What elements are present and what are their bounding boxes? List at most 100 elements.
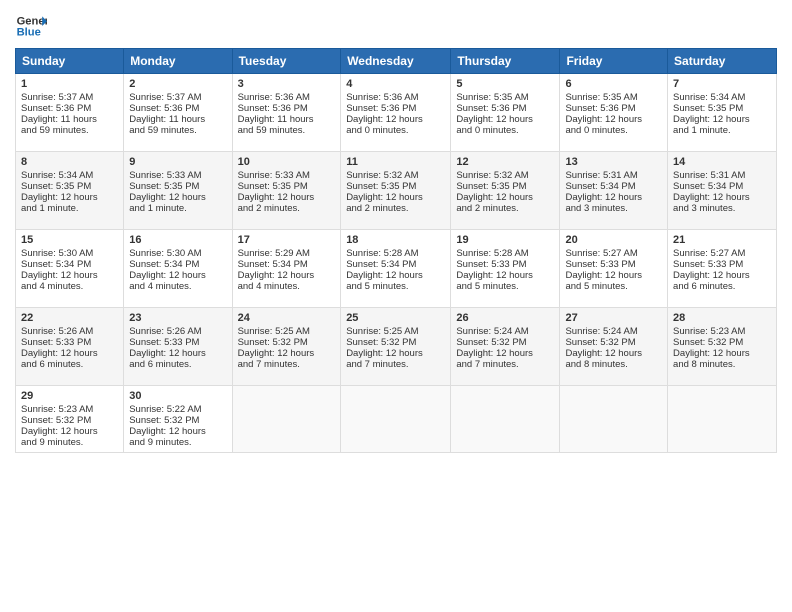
day-info-line: Daylight: 12 hours: [565, 192, 662, 203]
day-info-line: Sunset: 5:32 PM: [238, 337, 336, 348]
day-number: 22: [21, 312, 118, 324]
header: General Blue: [15, 10, 777, 42]
day-info-line: and 0 minutes.: [456, 125, 554, 136]
day-info-line: Sunset: 5:35 PM: [673, 103, 771, 114]
day-info-line: Daylight: 12 hours: [21, 426, 118, 437]
calendar-cell: 24 Sunrise: 5:25 AMSunset: 5:32 PMDayligh…: [232, 308, 341, 386]
calendar-cell: 30Sunrise: 5:22 AMSunset: 5:32 PMDayligh…: [124, 386, 232, 453]
day-info-line: Daylight: 12 hours: [238, 348, 336, 359]
calendar-cell: 13Sunrise: 5:31 AMSunset: 5:34 PMDayligh…: [560, 152, 668, 230]
day-info-line: Sunrise: 5:36 AM: [238, 92, 336, 103]
calendar-cell: 19Sunrise: 5:28 AMSunset: 5:33 PMDayligh…: [451, 230, 560, 308]
calendar-cell: 16Sunrise: 5:30 AMSunset: 5:34 PMDayligh…: [124, 230, 232, 308]
day-info-line: Sunset: 5:32 PM: [456, 337, 554, 348]
day-number: 12: [456, 156, 554, 168]
day-number: 30: [129, 390, 226, 402]
day-info-line: and 4 minutes.: [129, 281, 226, 292]
day-number: 20: [565, 234, 662, 246]
day-info-line: and 4 minutes.: [21, 281, 118, 292]
day-info-line: Sunrise: 5:26 AM: [129, 326, 226, 337]
calendar-week-4: 22 Sunrise: 5:26 AMSunset: 5:33 PM Dayligh…: [16, 308, 777, 386]
day-info-line: Sunset: 5:33 PM: [565, 259, 662, 270]
day-info-line: Sunset: 5:33 PM: [673, 259, 771, 270]
weekday-header-sunday: Sunday: [16, 49, 124, 74]
calendar-cell: [232, 386, 341, 453]
day-info-line: Daylight: 12 hours: [565, 114, 662, 125]
day-info-line: Sunrise: 5:30 AM: [129, 248, 226, 259]
day-info-line: and 9 minutes.: [21, 437, 118, 448]
calendar-cell: 15Sunrise: 5:30 AMSunset: 5:34 PMDayligh…: [16, 230, 124, 308]
day-info-line: Daylight: 12 hours: [346, 270, 445, 281]
day-info-line: and 5 minutes.: [456, 281, 554, 292]
day-info-line: Sunrise: 5:27 AM: [565, 248, 662, 259]
day-info-line: Daylight: 12 hours: [565, 348, 662, 359]
day-number: 11: [346, 156, 445, 168]
day-info-line: Daylight: 12 hours: [456, 192, 554, 203]
day-info-line: Sunrise: 5:25 AM: [238, 326, 336, 337]
day-number: 18: [346, 234, 445, 246]
day-info-line: and 8 minutes.: [565, 359, 662, 370]
calendar-cell: 28Sunrise: 5:23 AMSunset: 5:32 PMDayligh…: [668, 308, 777, 386]
day-info-line: Sunrise: 5:22 AM: [129, 404, 226, 415]
day-info-line: and 7 minutes.: [346, 359, 445, 370]
day-info-line: Daylight: 12 hours: [238, 192, 336, 203]
day-info-line: and 4 minutes.: [238, 281, 336, 292]
calendar-cell: [668, 386, 777, 453]
calendar-cell: 2Sunrise: 5:37 AMSunset: 5:36 PMDaylight…: [124, 74, 232, 152]
day-number: 23: [129, 312, 226, 324]
day-info-line: Daylight: 12 hours: [565, 270, 662, 281]
day-info-line: Sunset: 5:33 PM: [456, 259, 554, 270]
day-info-line: Sunset: 5:34 PM: [565, 181, 662, 192]
day-info-line: and 6 minutes.: [673, 281, 771, 292]
day-info-line: Sunset: 5:35 PM: [129, 181, 226, 192]
svg-text:Blue: Blue: [17, 27, 41, 39]
calendar-cell: 3Sunrise: 5:36 AMSunset: 5:36 PMDaylight…: [232, 74, 341, 152]
calendar-cell: [560, 386, 668, 453]
day-info-line: Sunset: 5:34 PM: [346, 259, 445, 270]
calendar-week-1: 1Sunrise: 5:37 AMSunset: 5:36 PMDaylight…: [16, 74, 777, 152]
day-info-line: Daylight: 12 hours: [129, 426, 226, 437]
day-info-line: Sunset: 5:33 PM: [129, 337, 226, 348]
day-info-line: Daylight: 12 hours: [346, 192, 445, 203]
day-number: 10: [238, 156, 336, 168]
day-number: 9: [129, 156, 226, 168]
day-info-line: Sunset: 5:34 PM: [21, 259, 118, 270]
day-info-line: Daylight: 12 hours: [21, 270, 118, 281]
day-number: 7: [673, 78, 771, 90]
day-number: 13: [565, 156, 662, 168]
calendar-cell: 23Sunrise: 5:26 AMSunset: 5:33 PMDayligh…: [124, 308, 232, 386]
day-info-line: Sunrise: 5:28 AM: [346, 248, 445, 259]
day-info-line: Daylight: 12 hours: [129, 270, 226, 281]
day-number: 2: [129, 78, 226, 90]
day-info-line: Sunset: 5:32 PM: [565, 337, 662, 348]
logo-icon: General Blue: [15, 10, 47, 42]
day-info-line: and 2 minutes.: [456, 203, 554, 214]
calendar-cell: 12Sunrise: 5:32 AMSunset: 5:35 PMDayligh…: [451, 152, 560, 230]
day-info-line: Sunset: 5:36 PM: [129, 103, 226, 114]
day-number: 14: [673, 156, 771, 168]
day-number: 26: [456, 312, 554, 324]
day-number: 29: [21, 390, 118, 402]
day-info-line: Sunrise: 5:34 AM: [673, 92, 771, 103]
calendar-cell: 4Sunrise: 5:36 AMSunset: 5:36 PMDaylight…: [341, 74, 451, 152]
day-info-line: Sunset: 5:34 PM: [129, 259, 226, 270]
day-info-line: and 9 minutes.: [129, 437, 226, 448]
day-info-line: and 0 minutes.: [346, 125, 445, 136]
day-number: 21: [673, 234, 771, 246]
day-info-line: Daylight: 12 hours: [21, 192, 118, 203]
day-info-line: and 8 minutes.: [673, 359, 771, 370]
day-info-line: and 59 minutes.: [21, 125, 118, 136]
calendar-cell: [341, 386, 451, 453]
day-number: 24: [238, 312, 336, 324]
day-info-line: Daylight: 12 hours: [673, 348, 771, 359]
calendar-cell: 7 Sunrise: 5:34 AMSunset: 5:35 PMDaylight…: [668, 74, 777, 152]
day-number: 4: [346, 78, 445, 90]
day-info-line: Daylight: 12 hours: [21, 348, 118, 359]
day-number: 6: [565, 78, 662, 90]
day-info-line: Sunrise: 5:35 AM: [456, 92, 554, 103]
day-info-line: Daylight: 12 hours: [673, 114, 771, 125]
calendar-cell: 29Sunrise: 5:23 AMSunset: 5:32 PMDayligh…: [16, 386, 124, 453]
day-info-line: and 1 minute.: [129, 203, 226, 214]
day-info-line: and 1 minute.: [21, 203, 118, 214]
calendar-cell: 6Sunrise: 5:35 AMSunset: 5:36 PMDaylight…: [560, 74, 668, 152]
